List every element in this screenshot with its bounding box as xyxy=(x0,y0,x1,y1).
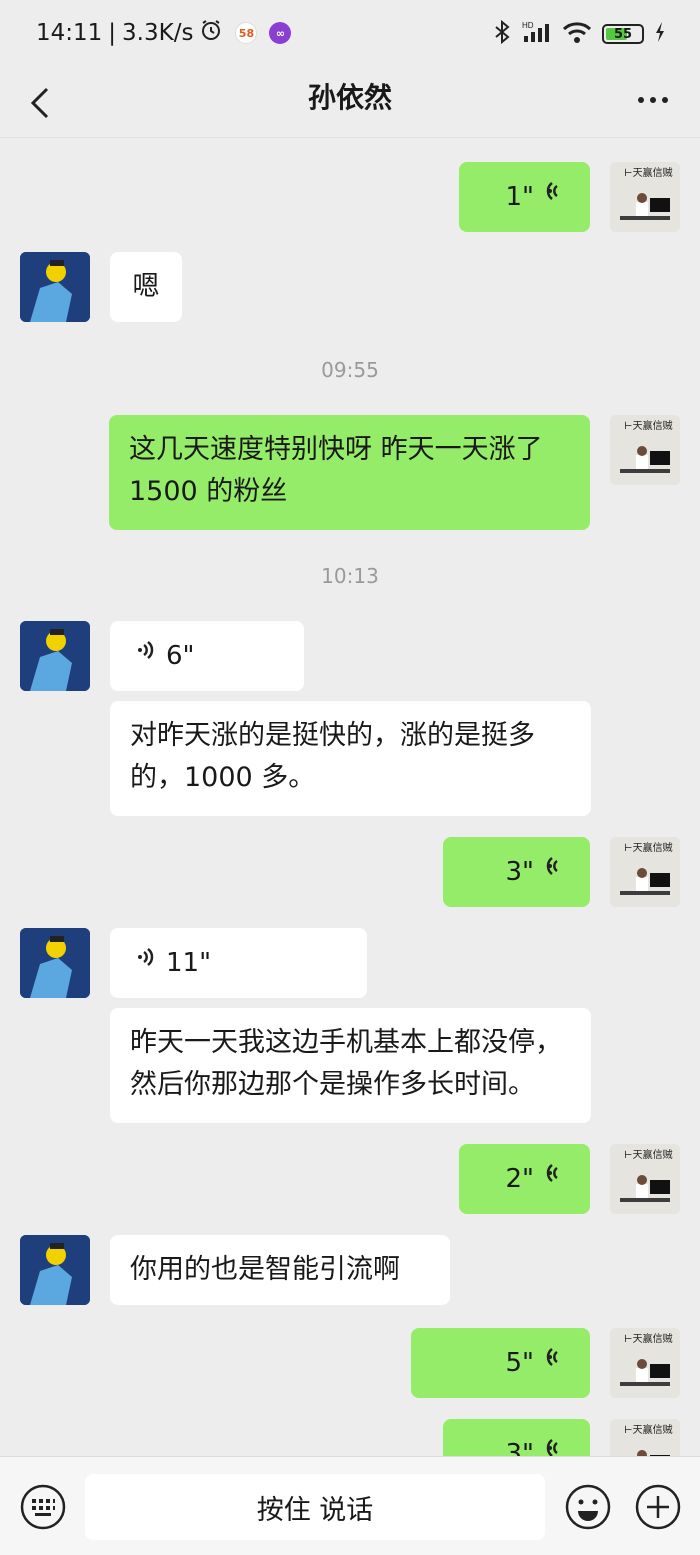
my-avatar[interactable]: ⊢天赢信贼 xyxy=(610,1419,680,1456)
message-row: 嗯 xyxy=(0,252,700,322)
timestamp: 09:55 xyxy=(321,358,379,382)
text-message[interactable]: 昨天一天我这边手机基本上都没停，然后你那边那个是操作多长时间。 xyxy=(110,1008,591,1123)
message-row: 你用的也是智能引流啊 xyxy=(0,1235,700,1305)
svg-text:⊢天赢信贼: ⊢天赢信贼 xyxy=(624,166,673,179)
svg-text:⊢天赢信贼: ⊢天赢信贼 xyxy=(624,419,673,432)
svg-text:⊢天赢信贼: ⊢天赢信贼 xyxy=(624,1332,673,1345)
message-row: 6" xyxy=(0,621,700,691)
my-avatar[interactable]: ⊢天赢信贼 xyxy=(610,1144,680,1214)
app-58-icon: 58 xyxy=(235,22,258,44)
svg-text:⊢天赢信贼: ⊢天赢信贼 xyxy=(624,841,673,854)
alarm-icon xyxy=(199,18,223,48)
bluetooth-icon xyxy=(492,19,512,48)
svg-text:⊢天赢信贼: ⊢天赢信贼 xyxy=(624,1423,673,1436)
message-row: 3" ⊢天赢信贼 xyxy=(0,837,700,907)
voice-message[interactable]: 3" xyxy=(443,837,590,907)
svg-text:HD: HD xyxy=(522,21,534,30)
message-row: 2" ⊢天赢信贼 xyxy=(0,1144,700,1214)
my-avatar[interactable]: ⊢天赢信贼 xyxy=(610,415,680,485)
message-row: 昨天一天我这边手机基本上都没停，然后你那边那个是操作多长时间。 xyxy=(0,1008,700,1123)
voice-wave-icon xyxy=(136,635,156,677)
my-avatar[interactable]: ⊢天赢信贼 xyxy=(610,837,680,907)
signal-icon: HD xyxy=(522,20,552,48)
voice-wave-icon xyxy=(544,1433,564,1456)
keyboard-icon[interactable] xyxy=(20,1484,66,1530)
text-message[interactable]: 嗯 xyxy=(110,252,182,322)
battery-icon: 55 xyxy=(602,24,644,44)
chat-title: 孙依然 xyxy=(307,81,392,114)
svg-text:⊢天赢信贼: ⊢天赢信贼 xyxy=(624,1148,673,1161)
text-message[interactable]: 对昨天涨的是挺快的，涨的是挺多的，1000 多。 xyxy=(110,701,591,816)
hold-to-talk-button[interactable]: 按住 说话 xyxy=(85,1474,545,1540)
message-row: 对昨天涨的是挺快的，涨的是挺多的，1000 多。 xyxy=(0,701,700,816)
contact-avatar[interactable] xyxy=(20,621,90,691)
contact-avatar[interactable] xyxy=(20,1235,90,1305)
voice-message[interactable]: 2" xyxy=(459,1144,590,1214)
contact-avatar[interactable] xyxy=(20,252,90,322)
status-left: 14:11 | 3.3K/s 58 ∞ xyxy=(36,18,292,48)
message-row: 3" ⊢天赢信贼 xyxy=(0,1419,700,1456)
voice-wave-icon xyxy=(136,942,156,984)
voice-message[interactable]: 6" xyxy=(110,621,304,691)
voice-wave-icon xyxy=(544,851,564,893)
timestamp: 10:13 xyxy=(321,564,379,588)
status-time: 14:11 xyxy=(36,20,103,46)
voice-message[interactable]: 11" xyxy=(110,928,367,998)
message-list[interactable]: 1" ⊢天赢信贼 嗯 09:55 这几天速度特别快呀 昨天一天涨了1500 的粉… xyxy=(0,138,700,1456)
voice-wave-icon xyxy=(544,176,564,218)
status-bar: 14:11 | 3.3K/s 58 ∞ HD 55 xyxy=(0,0,700,68)
status-right: HD 55 xyxy=(492,19,666,48)
infinity-app-icon: ∞ xyxy=(269,22,292,44)
more-options-icon[interactable] xyxy=(636,80,670,128)
voice-wave-icon xyxy=(544,1158,564,1200)
charging-icon xyxy=(654,21,666,47)
voice-wave-icon xyxy=(544,1342,564,1384)
input-bar: 按住 说话 xyxy=(0,1456,700,1555)
voice-message[interactable]: 3" xyxy=(443,1419,590,1456)
message-row: 11" xyxy=(0,928,700,998)
message-row: 1" ⊢天赢信贼 xyxy=(0,162,700,232)
voice-message[interactable]: 1" xyxy=(459,162,590,232)
my-avatar[interactable]: ⊢天赢信贼 xyxy=(610,162,680,232)
my-avatar[interactable]: ⊢天赢信贼 xyxy=(610,1328,680,1398)
text-message[interactable]: 你用的也是智能引流啊 xyxy=(110,1235,450,1305)
contact-avatar[interactable] xyxy=(20,928,90,998)
message-row: 5" ⊢天赢信贼 xyxy=(0,1328,700,1398)
emoji-icon[interactable] xyxy=(565,1484,611,1530)
text-message[interactable]: 这几天速度特别快呀 昨天一天涨了1500 的粉丝 xyxy=(109,415,590,530)
network-speed: 3.3K/s xyxy=(122,20,194,46)
voice-message[interactable]: 5" xyxy=(411,1328,590,1398)
message-row: 这几天速度特别快呀 昨天一天涨了1500 的粉丝 ⊢天赢信贼 xyxy=(0,415,700,530)
plus-icon[interactable] xyxy=(635,1484,681,1530)
wifi-icon xyxy=(562,20,592,48)
chat-header: 孙依然 xyxy=(0,68,700,138)
